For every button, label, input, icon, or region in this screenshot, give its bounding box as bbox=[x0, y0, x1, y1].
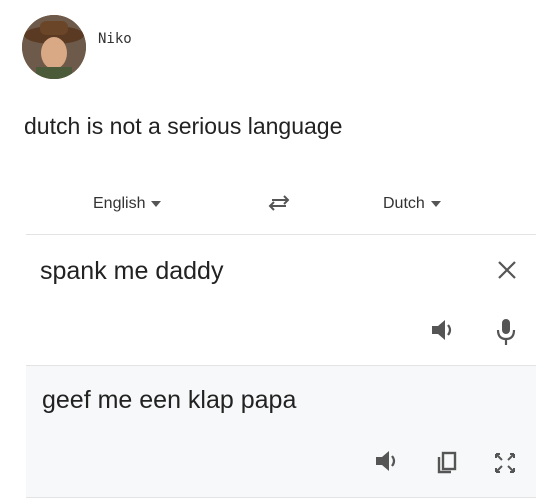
translate-widget: English Dutch spank me daddy geef me een… bbox=[26, 170, 536, 498]
source-language-select[interactable]: English bbox=[93, 195, 162, 213]
translated-text: geef me een klap papa bbox=[42, 386, 297, 414]
listen-translation-button[interactable] bbox=[374, 449, 402, 478]
post-header: Niko bbox=[22, 15, 132, 79]
source-input[interactable]: spank me daddy bbox=[40, 257, 223, 286]
microphone-button[interactable] bbox=[496, 318, 516, 351]
target-language-label: Dutch bbox=[383, 195, 425, 212]
divider bbox=[26, 497, 536, 498]
chevron-down-icon bbox=[151, 201, 162, 207]
copy-icon bbox=[437, 451, 457, 474]
speaker-icon bbox=[376, 451, 396, 471]
target-pane: geef me een klap papa bbox=[26, 366, 536, 498]
clear-button[interactable] bbox=[496, 259, 518, 286]
avatar-image bbox=[22, 15, 86, 79]
username[interactable]: Niko bbox=[98, 31, 132, 47]
target-language-select[interactable]: Dutch bbox=[383, 195, 441, 213]
avatar[interactable] bbox=[22, 15, 86, 79]
close-icon bbox=[498, 261, 516, 279]
source-language-label: English bbox=[93, 195, 146, 212]
microphone-icon bbox=[496, 319, 516, 345]
post-text: dutch is not a serious language bbox=[24, 113, 343, 139]
fullscreen-icon bbox=[495, 453, 515, 473]
listen-source-button[interactable] bbox=[430, 318, 458, 347]
fullscreen-button[interactable] bbox=[493, 451, 517, 480]
swap-languages-button[interactable] bbox=[266, 192, 292, 219]
swap-arrows-icon bbox=[268, 195, 290, 211]
speaker-icon bbox=[432, 320, 452, 340]
chevron-down-icon bbox=[430, 201, 441, 207]
source-pane: spank me daddy bbox=[26, 235, 536, 366]
language-bar: English Dutch bbox=[26, 170, 536, 235]
copy-button[interactable] bbox=[436, 450, 458, 479]
